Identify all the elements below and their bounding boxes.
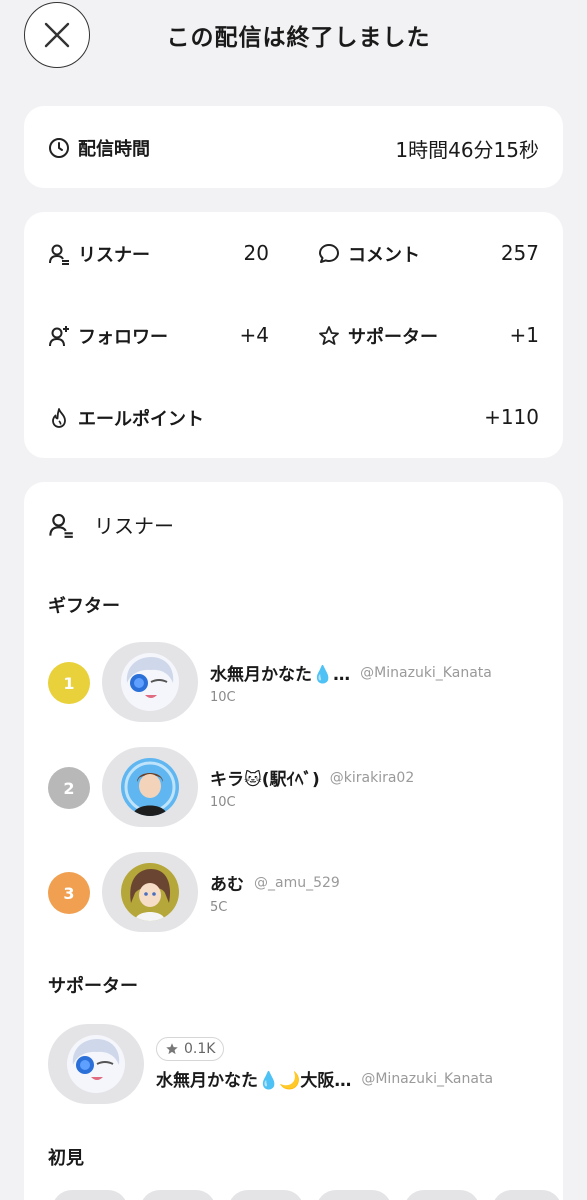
stat-listeners-value: 20 — [243, 241, 269, 265]
listener-panel-header: リスナー — [48, 510, 174, 539]
supporter-handle: @Minazuki_Kanata — [361, 1070, 494, 1087]
gifter-handle: @kirakira02 — [329, 769, 415, 786]
listener-panel: リスナー ギフター 1 水無月かなた💧… @Minazuki_Kanata 10… — [24, 482, 563, 1200]
stat-supporters-label: サポーター — [348, 327, 438, 348]
flame-icon — [52, 408, 66, 428]
first-time-heading: 初見 — [48, 1148, 84, 1169]
header: この配信は終了しました — [0, 0, 587, 80]
page-title: この配信は終了しました — [166, 25, 431, 51]
supporter-name: 水無月かなた💧🌙大阪… — [156, 1071, 352, 1091]
duration-label: 配信時間 — [78, 139, 150, 160]
first-time-avatar[interactable] — [316, 1190, 392, 1200]
clock-icon — [49, 138, 69, 158]
gifter-handle: @_amu_529 — [254, 874, 340, 891]
avatar-image — [67, 1035, 125, 1093]
stat-listeners-label: リスナー — [78, 245, 150, 266]
supporter-badge-value: 0.1K — [184, 1041, 216, 1057]
gifter-coins: 5C — [210, 900, 228, 915]
rank-badge-gold: 1 — [48, 662, 90, 704]
comment-icon — [319, 244, 339, 263]
stat-yell-points: エールポイント — [48, 405, 204, 431]
stat-followers-label: フォロワー — [78, 327, 168, 348]
stats-card: リスナー 20 コメント 257 フォロワー +4 サポーター +1 エールポイ… — [24, 212, 563, 458]
supporter-name-row: 水無月かなた💧🌙大阪… @Minazuki_Kanata — [156, 1066, 494, 1092]
first-time-avatar[interactable] — [52, 1190, 128, 1200]
stat-comments: コメント — [318, 241, 420, 267]
gifter-name: あむ — [210, 875, 244, 895]
supporter-level-badge: 0.1K — [156, 1037, 225, 1061]
gifters-heading: ギフター — [48, 596, 120, 617]
gifter-handle: @Minazuki_Kanata — [360, 664, 492, 681]
first-time-avatar[interactable] — [492, 1190, 562, 1200]
avatar-image — [121, 863, 179, 921]
first-time-avatar[interactable] — [228, 1190, 304, 1200]
listener-icon — [49, 513, 73, 538]
follower-add-icon — [49, 326, 69, 347]
first-time-avatar[interactable] — [404, 1190, 480, 1200]
gifter-name-row: あむ @_amu_529 — [210, 870, 340, 896]
stat-listeners: リスナー — [48, 241, 150, 267]
duration-label-row: 配信時間 — [48, 135, 150, 161]
stat-supporters-value: +1 — [509, 323, 539, 347]
duration-card: 配信時間 1時間46分15秒 — [24, 106, 563, 188]
gifter-coins: 10C — [210, 690, 236, 705]
avatar-image — [121, 758, 179, 816]
gifter-name-row: キラ🐱(駅ｲﾍﾞ) @kirakira02 — [210, 765, 415, 791]
gifter-coins: 10C — [210, 795, 236, 810]
rank-badge-bronze: 3 — [48, 872, 90, 914]
avatar[interactable] — [48, 1024, 144, 1104]
stat-yell-points-value: +110 — [484, 405, 539, 429]
stat-followers-value: +4 — [239, 323, 269, 347]
avatar[interactable] — [102, 747, 198, 827]
star-icon — [319, 326, 339, 345]
avatar[interactable] — [102, 642, 198, 722]
avatar[interactable] — [102, 852, 198, 932]
duration-value: 1時間46分15秒 — [395, 138, 539, 162]
stat-yell-points-label: エールポイント — [78, 409, 204, 430]
gifter-name-row: 水無月かなた💧… @Minazuki_Kanata — [210, 660, 492, 686]
gifter-name: 水無月かなた💧… — [210, 665, 351, 685]
first-time-avatar[interactable] — [140, 1190, 216, 1200]
gifter-name: キラ🐱(駅ｲﾍﾞ) — [210, 770, 320, 790]
stat-followers: フォロワー — [48, 323, 168, 349]
rank-badge-silver: 2 — [48, 767, 90, 809]
avatar-image — [121, 653, 179, 711]
stat-supporters: サポーター — [318, 323, 438, 349]
star-filled-icon — [166, 1043, 178, 1055]
listener-icon — [49, 244, 69, 265]
stat-comments-label: コメント — [348, 245, 420, 266]
supporters-heading: サポーター — [48, 976, 138, 997]
stat-comments-value: 257 — [500, 241, 539, 265]
listener-panel-title: リスナー — [94, 514, 174, 538]
